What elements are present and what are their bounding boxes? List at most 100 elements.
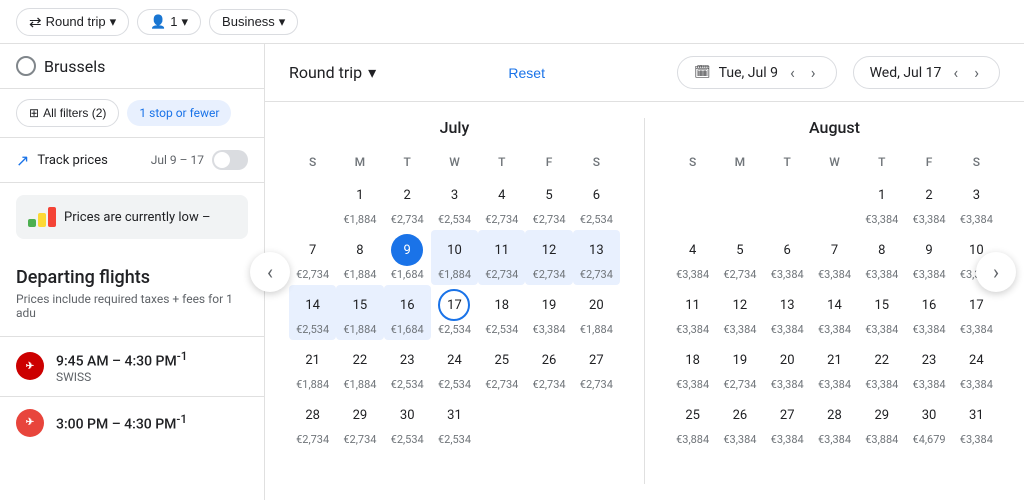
day-cell[interactable]: 14€3,384	[811, 285, 858, 340]
trip-type-label: Round trip	[46, 14, 106, 29]
day-cell[interactable]: 1€3,384	[858, 175, 905, 230]
passengers-button[interactable]: 👤 1 ▾	[137, 9, 201, 35]
day-cell[interactable]: 15€3,384	[858, 285, 905, 340]
day-cell[interactable]: 8€1,884	[336, 230, 383, 285]
day-cell[interactable]: 17€3,384	[953, 285, 1000, 340]
track-toggle[interactable]	[212, 150, 248, 170]
day-cell[interactable]: 18€2,534	[478, 285, 525, 340]
day-cell[interactable]: 9€3,384	[905, 230, 952, 285]
day-cell[interactable]: 24€2,534	[431, 340, 478, 395]
day-cell[interactable]: 13€2,734	[573, 230, 620, 285]
depart-next-arrow[interactable]: ›	[807, 63, 820, 82]
flight-2-info: 3:00 PM – 4:30 PM-1	[56, 412, 187, 433]
day-cell[interactable]: 27€2,734	[573, 340, 620, 395]
all-filters-button[interactable]: ⊞ All filters (2)	[16, 99, 119, 127]
day-cell[interactable]: 11€2,734	[478, 230, 525, 285]
day-cell[interactable]: 21€1,884	[289, 340, 336, 395]
return-next-arrow[interactable]: ›	[970, 63, 983, 82]
depart-date-nav[interactable]: 🗓 Tue, Jul 9 ‹ ›	[677, 56, 836, 89]
day-cell[interactable]: 10€1,884	[431, 230, 478, 285]
day-cell[interactable]: 12€2,734	[525, 230, 572, 285]
day-cell[interactable]: 24€3,384	[953, 340, 1000, 395]
day-cell[interactable]: 1€1,884	[336, 175, 383, 230]
day-cell[interactable]: 19€2,734	[716, 340, 763, 395]
day-header: F	[525, 149, 572, 175]
depart-prev-arrow[interactable]: ‹	[786, 63, 799, 82]
day-cell[interactable]: 7€2,734	[289, 230, 336, 285]
day-header: S	[289, 149, 336, 175]
day-price: €1,884	[296, 378, 329, 391]
day-cell[interactable]: 31€2,534	[431, 395, 478, 450]
return-prev-arrow[interactable]: ‹	[949, 63, 962, 82]
flight-card-1[interactable]: ✈ 9:45 AM – 4:30 PM-1 SWISS	[0, 336, 264, 396]
day-cell[interactable]: 5€2,734	[716, 230, 763, 285]
calendar-prev-button[interactable]: ‹	[250, 252, 290, 292]
day-cell[interactable]: 22€1,884	[336, 340, 383, 395]
day-number: 17	[438, 289, 470, 321]
day-cell[interactable]: 28€3,384	[811, 395, 858, 450]
all-filters-label: All filters (2)	[43, 106, 106, 120]
day-cell[interactable]: 3€2,534	[431, 175, 478, 230]
day-cell[interactable]: 9€1,684	[384, 230, 431, 285]
day-cell[interactable]: 23€2,534	[384, 340, 431, 395]
day-cell[interactable]: 3€3,384	[953, 175, 1000, 230]
top-bar: ⇄ Round trip ▾ 👤 1 ▾ Business ▾	[0, 0, 1024, 44]
day-cell[interactable]: 6€2,534	[573, 175, 620, 230]
flight-card-2[interactable]: ✈ 3:00 PM – 4:30 PM-1	[0, 396, 264, 449]
day-cell[interactable]: 13€3,384	[764, 285, 811, 340]
day-cell[interactable]: 23€3,384	[905, 340, 952, 395]
day-cell[interactable]: 17€2,534	[431, 285, 478, 340]
day-cell[interactable]: 11€3,384	[669, 285, 716, 340]
day-cell[interactable]: 25€3,884	[669, 395, 716, 450]
return-date-nav[interactable]: Wed, Jul 17 ‹ ›	[853, 56, 1000, 89]
day-cell[interactable]: 30€4,679	[905, 395, 952, 450]
day-cell[interactable]: 16€1,684	[384, 285, 431, 340]
day-cell[interactable]: 16€3,384	[905, 285, 952, 340]
day-cell[interactable]: 30€2,534	[384, 395, 431, 450]
day-cell	[716, 175, 763, 230]
day-cell[interactable]: 28€2,734	[289, 395, 336, 450]
day-header: M	[336, 149, 383, 175]
reset-button[interactable]: Reset	[508, 65, 545, 81]
day-cell[interactable]: 21€3,384	[811, 340, 858, 395]
track-dates: Jul 9 – 17	[151, 153, 204, 167]
stops-chip[interactable]: 1 stop or fewer	[127, 100, 231, 126]
day-cell[interactable]: 26€2,734	[525, 340, 572, 395]
day-price: €2,534	[391, 433, 424, 446]
cal-trip-type-button[interactable]: Round trip ▾	[289, 63, 376, 82]
day-cell[interactable]: 29€3,884	[858, 395, 905, 450]
calendar-next-button[interactable]: ›	[976, 252, 1016, 292]
day-cell[interactable]: 2€3,384	[905, 175, 952, 230]
day-cell[interactable]: 14€2,534	[289, 285, 336, 340]
day-price: €3,384	[913, 213, 946, 226]
day-number: 7	[297, 234, 329, 266]
day-number: 6	[580, 179, 612, 211]
day-number: 5	[724, 234, 756, 266]
day-price: €3,384	[771, 323, 804, 336]
day-cell[interactable]: 15€1,884	[336, 285, 383, 340]
day-number: 19	[533, 289, 565, 321]
day-cell[interactable]: 31€3,384	[953, 395, 1000, 450]
day-cell[interactable]: 29€2,734	[336, 395, 383, 450]
day-cell[interactable]: 7€3,384	[811, 230, 858, 285]
day-cell[interactable]: 18€3,384	[669, 340, 716, 395]
day-cell[interactable]: 6€3,384	[764, 230, 811, 285]
day-cell[interactable]: 5€2,734	[525, 175, 572, 230]
day-cell[interactable]: 20€1,884	[573, 285, 620, 340]
cabin-button[interactable]: Business ▾	[209, 9, 298, 35]
day-price: €2,734	[485, 378, 518, 391]
day-cell[interactable]: 19€3,384	[525, 285, 572, 340]
day-cell[interactable]: 26€3,384	[716, 395, 763, 450]
day-cell	[573, 395, 620, 450]
day-cell[interactable]: 2€2,734	[384, 175, 431, 230]
day-cell[interactable]: 25€2,734	[478, 340, 525, 395]
day-cell[interactable]: 8€3,384	[858, 230, 905, 285]
day-cell[interactable]: 4€3,384	[669, 230, 716, 285]
day-cell[interactable]: 22€3,384	[858, 340, 905, 395]
day-cell[interactable]: 12€3,384	[716, 285, 763, 340]
day-cell[interactable]: 4€2,734	[478, 175, 525, 230]
day-cell[interactable]: 20€3,384	[764, 340, 811, 395]
cal-trip-type-label: Round trip	[289, 63, 362, 82]
day-cell[interactable]: 27€3,384	[764, 395, 811, 450]
trip-type-button[interactable]: ⇄ Round trip ▾	[16, 8, 129, 36]
